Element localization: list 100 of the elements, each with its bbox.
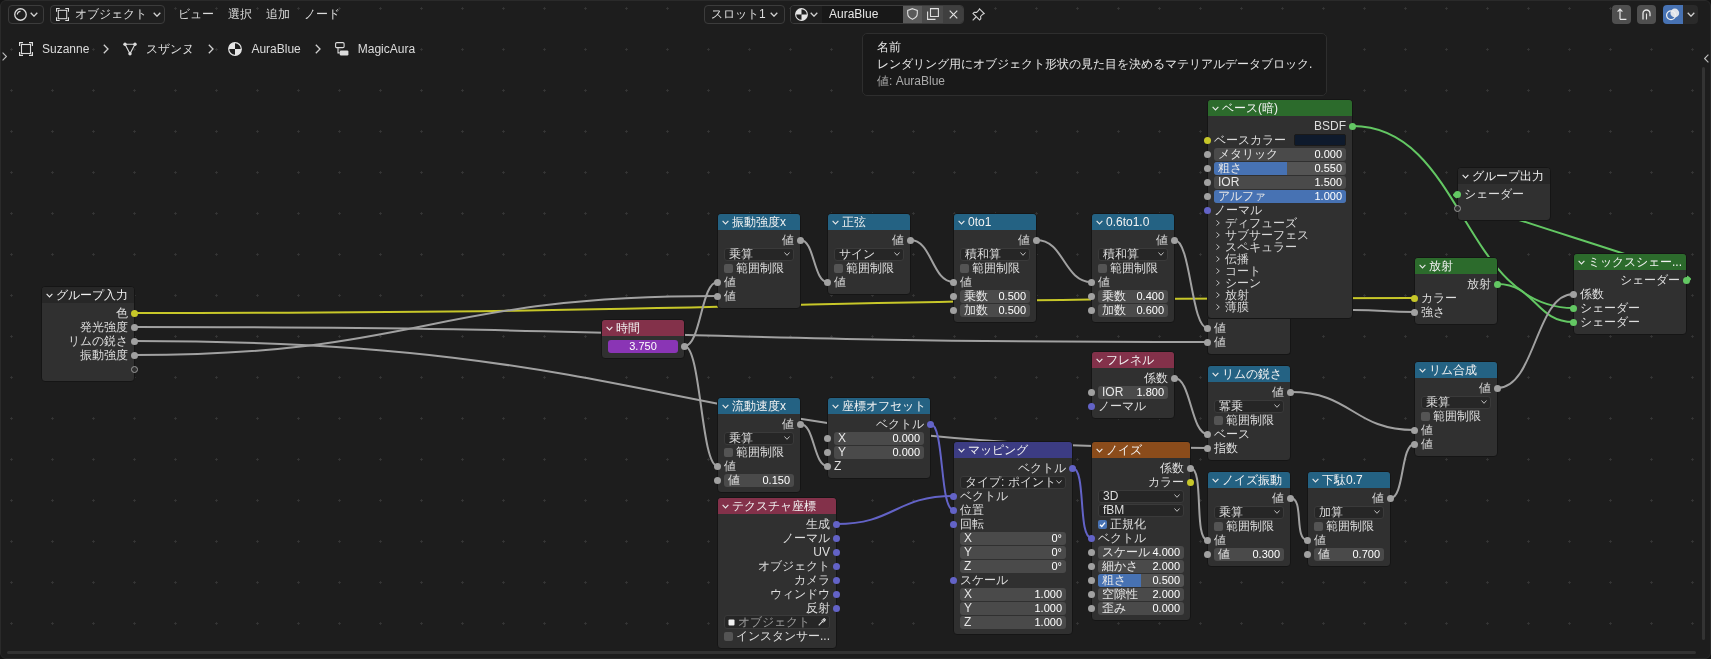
node[interactable]: 0.6to1.0 値 積和算 範囲制限 値 乗数 0.400 加数 0.600 [1091, 213, 1175, 323]
chevron-down-icon[interactable] [1212, 477, 1219, 483]
chevron-right-icon[interactable] [2, 52, 7, 61]
socket-icon[interactable] [1187, 464, 1194, 472]
socket-icon[interactable] [1349, 122, 1356, 130]
socket-icon[interactable] [1570, 290, 1577, 298]
number-field[interactable]: IOR 1.500 [1214, 175, 1346, 189]
dropdown[interactable]: タイプ: ポイント [960, 475, 1066, 489]
number-field[interactable]: 乗数 0.500 [960, 289, 1030, 303]
number-field[interactable]: Y 1.000 [960, 601, 1066, 615]
panel-header[interactable]: 薄膜 [1208, 301, 1352, 313]
node[interactable]: ノイズ 係数 カラー 3D fBM 正規化 ベクトル スケール 4.000 細かさ 2.000 粗さ 0.500 空隙性 2.000 歪み 0.000 [1091, 441, 1191, 621]
chevron-down-icon[interactable] [722, 503, 729, 509]
socket-icon[interactable] [131, 323, 138, 331]
panel-header[interactable]: 放射 [1208, 289, 1352, 301]
panel-header[interactable]: コート [1208, 265, 1352, 277]
fake-user-button[interactable] [903, 5, 922, 23]
panel-header[interactable]: サブサーフェス [1208, 229, 1352, 241]
dropdown[interactable]: 3D [1098, 489, 1184, 503]
chevron-down-icon[interactable] [1096, 447, 1103, 453]
socket-icon[interactable] [1204, 430, 1211, 438]
number-field[interactable]: Y 0° [960, 545, 1066, 559]
number-field[interactable]: スケール 4.000 [1098, 545, 1184, 559]
socket-icon[interactable] [1287, 494, 1294, 502]
socket-icon[interactable] [1088, 562, 1095, 570]
socket-icon[interactable] [950, 306, 957, 314]
slider-field[interactable]: 粗さ 0.500 [1098, 573, 1184, 587]
chevron-down-icon[interactable] [1096, 219, 1103, 225]
socket-icon[interactable] [1204, 536, 1211, 544]
pin-icon[interactable] [972, 7, 985, 21]
unlink-button[interactable] [943, 5, 963, 23]
chevron-down-icon[interactable] [1212, 371, 1219, 377]
socket-icon[interactable] [1088, 576, 1095, 584]
checkbox[interactable] [724, 263, 733, 273]
dropdown[interactable]: 乗算 [1421, 395, 1491, 409]
socket-icon[interactable] [1088, 604, 1095, 612]
socket-icon[interactable] [1088, 388, 1095, 396]
chevron-down-icon[interactable] [1578, 259, 1585, 265]
socket-icon[interactable] [1204, 444, 1211, 452]
checkbox[interactable] [724, 631, 733, 641]
panel-header[interactable]: 伝播 [1208, 253, 1352, 265]
socket-icon[interactable] [824, 278, 831, 286]
socket-icon[interactable] [681, 342, 688, 350]
color-swatch[interactable] [1294, 134, 1346, 146]
socket-icon[interactable] [1411, 308, 1418, 316]
socket-icon[interactable] [797, 420, 804, 428]
node[interactable]: 座標オフセット ベクトル X 0.000 Y 0.000 Z [827, 397, 931, 479]
node[interactable]: ベース(暗) BSDF ベースカラー メタリック 0.000 粗さ 0.550 IOR 1.500 アルファ 1.000 ノーマル ディフューズ サブサーフェス スペキュラー 伝播 コート シーン 放射 薄膜 [1207, 99, 1353, 319]
number-field[interactable]: 空隙性 2.000 [1098, 587, 1184, 601]
node[interactable]: 値 値 [1207, 319, 1291, 355]
socket-icon[interactable] [1171, 374, 1178, 382]
node[interactable]: マッピング ベクトル タイプ: ポイント ベクトル 位置 回転 X 0° Y 0° Z 0° スケール X 1.000 Y 1.000 Z 1.000 [953, 441, 1073, 635]
dropdown[interactable]: fBM [1098, 503, 1184, 517]
chevron-down-icon[interactable] [1419, 263, 1426, 269]
socket-icon[interactable] [907, 236, 914, 244]
empty-socket-icon[interactable] [1454, 204, 1461, 212]
socket-icon[interactable] [1204, 164, 1211, 172]
chevron-down-icon[interactable] [832, 219, 839, 225]
node[interactable]: 流動速度x 値 乗算 範囲制限 値 値 0.150 [717, 397, 801, 493]
dropdown[interactable]: 冪乗 [1214, 399, 1284, 413]
value-field[interactable]: 3.750 [608, 339, 678, 353]
number-field[interactable]: 歪み 0.000 [1098, 601, 1184, 615]
chevron-down-icon[interactable] [832, 403, 839, 409]
socket-icon[interactable] [714, 462, 721, 470]
socket-icon[interactable] [950, 292, 957, 300]
socket-icon[interactable] [714, 292, 721, 300]
socket-icon[interactable] [1387, 494, 1394, 502]
dropdown[interactable]: 乗算 [1214, 505, 1284, 519]
slot-dropdown[interactable]: スロット1 [704, 4, 785, 24]
checkbox[interactable] [834, 263, 843, 273]
number-field[interactable]: Z 1.000 [960, 615, 1066, 629]
object-field[interactable]: オブジェクト [724, 615, 830, 629]
panel-header[interactable]: スペキュラー [1208, 241, 1352, 253]
socket-icon[interactable] [824, 448, 831, 456]
dropdown[interactable]: 積和算 [960, 247, 1030, 261]
socket-icon[interactable] [1494, 280, 1501, 288]
checkbox[interactable] [1214, 521, 1223, 531]
number-field[interactable]: X 0.000 [834, 431, 924, 445]
name-field[interactable]: AuraBlue [822, 5, 903, 23]
socket-icon[interactable] [1204, 324, 1211, 332]
socket-icon[interactable] [1683, 276, 1690, 284]
dropdown[interactable]: 積和算 [1098, 247, 1168, 261]
socket-icon[interactable] [1287, 388, 1294, 396]
dropdown[interactable]: 乗算 [724, 247, 794, 261]
socket-icon[interactable] [1204, 178, 1211, 186]
socket-icon[interactable] [1454, 190, 1461, 198]
mode-dropdown[interactable]: オブジェクト [50, 4, 165, 24]
socket-icon[interactable] [714, 278, 721, 286]
chevron-down-icon[interactable] [1212, 105, 1219, 111]
socket-icon[interactable] [1204, 550, 1211, 558]
slider-field[interactable]: 粗さ 0.550 [1214, 161, 1346, 175]
number-field[interactable]: Z 0° [960, 559, 1066, 573]
socket-icon[interactable] [797, 236, 804, 244]
number-field[interactable]: X 0° [960, 531, 1066, 545]
socket-icon[interactable] [1033, 236, 1040, 244]
overlays-button[interactable] [1663, 4, 1683, 24]
checkbox[interactable] [1098, 263, 1107, 273]
socket-icon[interactable] [1304, 536, 1311, 544]
socket-icon[interactable] [1304, 550, 1311, 558]
chevron-down-icon[interactable] [722, 403, 729, 409]
